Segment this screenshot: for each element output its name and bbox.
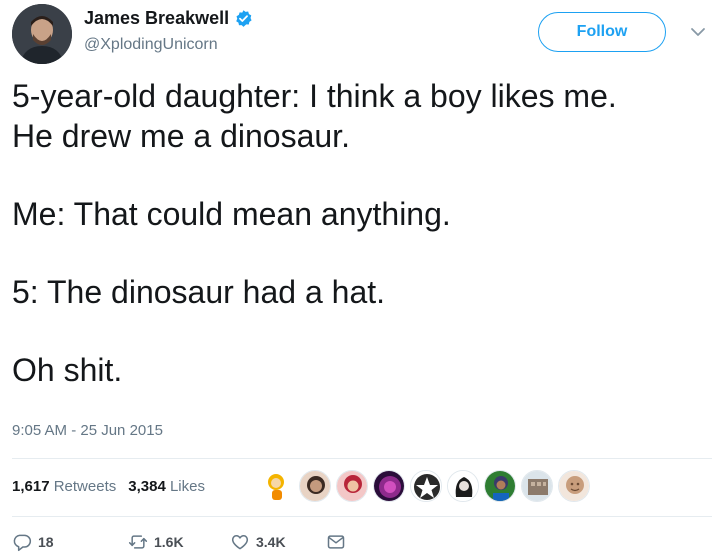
likes-label: Likes bbox=[169, 478, 205, 495]
retweet-icon bbox=[128, 535, 148, 549]
chevron-down-icon[interactable] bbox=[690, 26, 706, 38]
verified-badge-icon bbox=[236, 10, 252, 27]
tweet-line: Oh shit. bbox=[12, 352, 123, 388]
divider bbox=[12, 516, 712, 517]
tweet-text: 5-year-old daughter: I think a boy likes… bbox=[12, 76, 702, 390]
reply-count: 18 bbox=[38, 534, 54, 550]
tweet-timestamp[interactable]: 9:05 AM - 25 Jun 2015 bbox=[12, 422, 163, 439]
liker-avatar[interactable] bbox=[262, 470, 294, 502]
retweet-button[interactable]: 1.6K bbox=[128, 532, 218, 552]
tweet-line: 5-year-old daughter: I think a boy likes… bbox=[12, 78, 617, 114]
tweet-line: Me: That could mean anything. bbox=[12, 196, 451, 232]
display-name[interactable]: James Breakwell bbox=[84, 8, 229, 29]
reply-button[interactable]: 18 bbox=[12, 532, 72, 552]
liker-avatar[interactable] bbox=[558, 470, 590, 502]
liker-avatar[interactable] bbox=[336, 470, 368, 502]
liker-avatar[interactable] bbox=[521, 470, 553, 502]
reply-icon bbox=[13, 534, 32, 552]
liker-avatar[interactable] bbox=[410, 470, 442, 502]
likes-count: 3,384 bbox=[128, 478, 166, 495]
tweet-stats: 1,617 Retweets 3,384 Likes bbox=[12, 478, 205, 495]
liker-avatar[interactable] bbox=[484, 470, 516, 502]
likes-stat[interactable]: 3,384 Likes bbox=[128, 478, 205, 495]
author-name-row[interactable]: James Breakwell bbox=[84, 8, 253, 29]
tweet-actions: 18 1.6K 3.4K bbox=[12, 532, 352, 552]
liker-avatar[interactable] bbox=[447, 470, 479, 502]
retweet-count: 1.6K bbox=[154, 534, 184, 550]
direct-message-button[interactable] bbox=[326, 532, 352, 552]
tweet-line: 5: The dinosaur had a hat. bbox=[12, 274, 386, 310]
user-handle[interactable]: @XplodingUnicorn bbox=[84, 36, 218, 54]
like-button[interactable]: 3.4K bbox=[230, 532, 320, 552]
retweets-label: Retweets bbox=[53, 478, 117, 495]
divider bbox=[12, 458, 712, 459]
liker-avatars bbox=[262, 470, 595, 502]
author-avatar[interactable] bbox=[12, 4, 72, 64]
like-count: 3.4K bbox=[256, 534, 286, 550]
message-icon bbox=[327, 535, 345, 549]
retweets-count: 1,617 bbox=[12, 478, 50, 495]
liker-avatar[interactable] bbox=[299, 470, 331, 502]
follow-button[interactable]: Follow bbox=[538, 12, 666, 52]
heart-icon bbox=[231, 535, 249, 550]
retweets-stat[interactable]: 1,617 Retweets bbox=[12, 478, 116, 495]
tweet-line: He drew me a dinosaur. bbox=[12, 118, 350, 154]
liker-avatar[interactable] bbox=[373, 470, 405, 502]
